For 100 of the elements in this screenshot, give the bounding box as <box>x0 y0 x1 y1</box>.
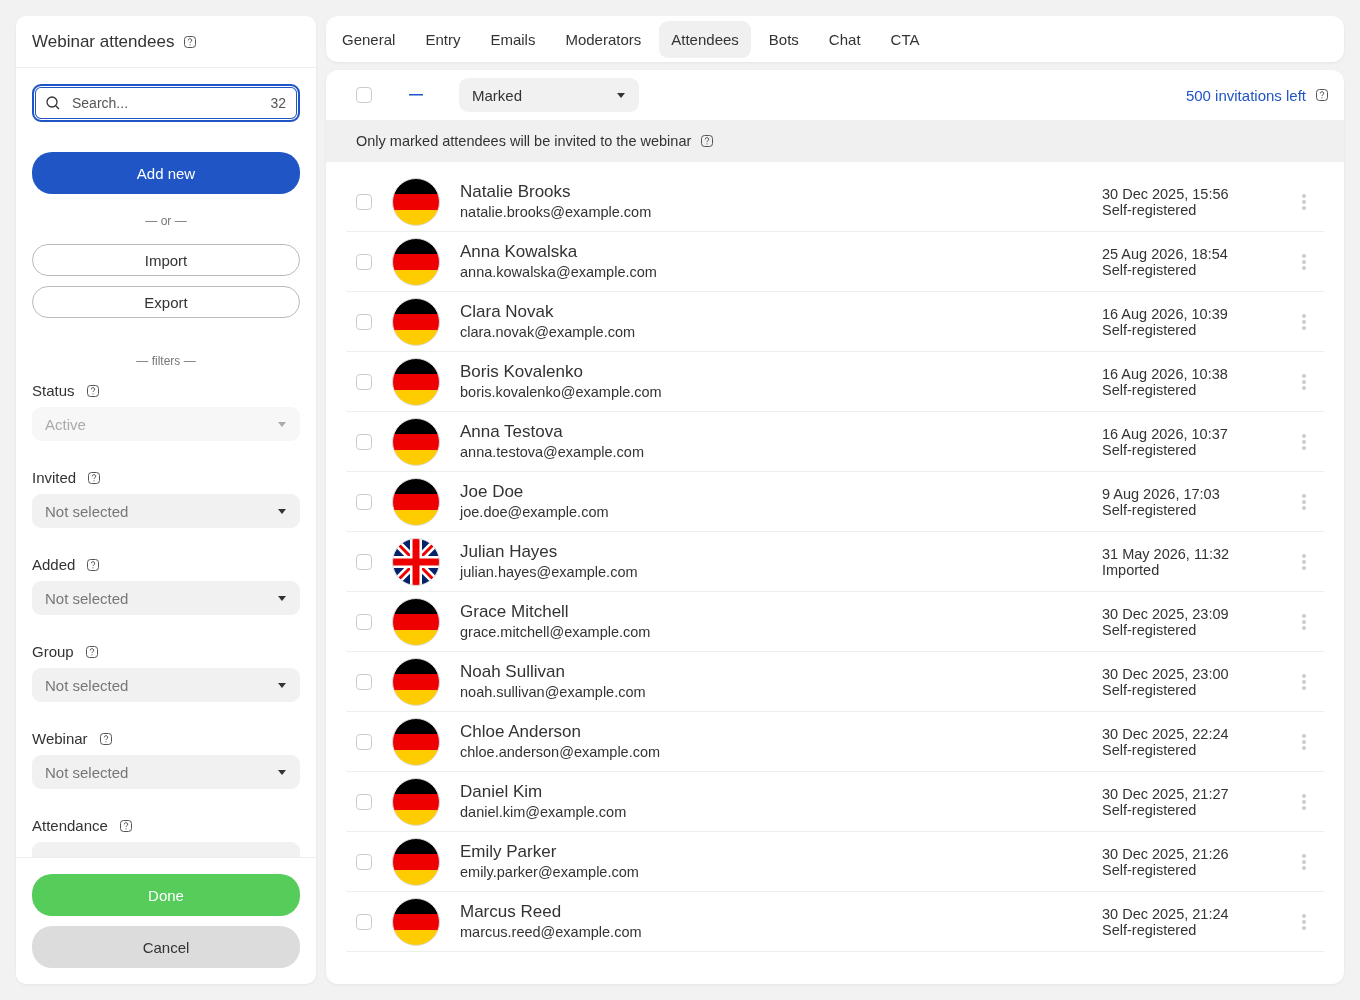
more-options-icon[interactable] <box>1302 673 1306 690</box>
help-icon[interactable] <box>1316 89 1328 101</box>
attendee-name: Grace Mitchell <box>460 601 570 622</box>
registration-source: Self-registered <box>1102 681 1198 698</box>
row-checkbox[interactable] <box>356 493 372 510</box>
registration-source: Self-registered <box>1102 321 1198 338</box>
row-checkbox[interactable] <box>356 853 372 870</box>
or-separator: — or — <box>145 214 187 228</box>
row-checkbox[interactable] <box>356 193 372 210</box>
flag-icon <box>392 177 440 226</box>
attendee-email: joe.doe@example.com <box>460 502 610 522</box>
minus-icon[interactable] <box>409 94 423 96</box>
tab[interactable]: Emails <box>478 20 548 58</box>
help-icon[interactable] <box>99 732 112 745</box>
row-checkbox[interactable] <box>356 613 372 630</box>
caret-icon <box>617 92 625 98</box>
more-options-icon[interactable] <box>1302 373 1306 390</box>
help-icon[interactable] <box>184 36 197 48</box>
row-checkbox[interactable] <box>356 433 372 450</box>
registration-source: Self-registered <box>1102 801 1198 818</box>
flag-icon <box>392 417 440 466</box>
row-checkbox[interactable] <box>356 373 372 390</box>
filter-label: Invited <box>32 469 77 486</box>
help-icon[interactable] <box>85 645 98 658</box>
help-icon[interactable] <box>88 471 101 484</box>
filter-label: Group <box>32 643 74 660</box>
registration-source: Self-registered <box>1102 381 1198 398</box>
registration-source: Self-registered <box>1102 621 1198 638</box>
marked-filter-dropdown[interactable]: Marked <box>459 78 639 112</box>
more-options-icon[interactable] <box>1302 313 1306 330</box>
attendee-name: Anna Kowalska <box>460 241 579 262</box>
registration-source: Self-registered <box>1102 261 1198 278</box>
row-checkbox[interactable] <box>356 313 372 330</box>
row-checkbox[interactable] <box>356 673 372 690</box>
more-options-icon[interactable] <box>1302 253 1306 270</box>
registration-date: 16 Aug 2026, 10:38 <box>1102 365 1229 382</box>
import-button[interactable]: Import <box>32 244 300 276</box>
tab[interactable]: Attendees <box>659 20 751 58</box>
registration-date: 31 May 2026, 11:32 <box>1102 545 1231 562</box>
search-icon <box>46 96 60 110</box>
more-options-icon[interactable] <box>1302 853 1306 870</box>
help-icon[interactable] <box>701 135 714 147</box>
help-icon[interactable] <box>86 384 99 397</box>
attendee-email: chloe.anderson@example.com <box>460 742 662 762</box>
filter-label: Webinar <box>32 730 88 747</box>
cancel-button[interactable]: Cancel <box>32 926 300 968</box>
attendee-email: clara.novak@example.com <box>460 322 637 342</box>
export-button[interactable]: Export <box>32 286 300 318</box>
result-count: 32 <box>270 95 286 111</box>
filter-label: Added <box>32 556 76 573</box>
filter-dropdown[interactable]: Not selected <box>32 494 300 528</box>
attendee-name: Julian Hayes <box>460 541 559 562</box>
tab[interactable]: CTA <box>878 20 932 58</box>
filter-dropdown[interactable]: Not selected <box>32 668 300 702</box>
attendee-email: julian.hayes@example.com <box>460 562 639 582</box>
invitations-left-link[interactable]: 500 invitations left <box>1185 86 1306 104</box>
registration-date: 30 Dec 2025, 23:09 <box>1102 605 1230 622</box>
flag-icon <box>392 297 440 346</box>
registration-date: 16 Aug 2026, 10:37 <box>1102 425 1229 442</box>
registration-date: 30 Dec 2025, 22:24 <box>1102 725 1230 742</box>
attendee-email: noah.sullivan@example.com <box>460 682 647 702</box>
help-icon[interactable] <box>119 819 132 832</box>
tab[interactable]: Bots <box>756 20 811 58</box>
select-all-checkbox[interactable] <box>356 87 372 103</box>
flag-icon <box>392 777 440 826</box>
tab[interactable]: Chat <box>816 20 873 58</box>
more-options-icon[interactable] <box>1302 433 1306 450</box>
help-icon[interactable] <box>87 558 100 571</box>
more-options-icon[interactable] <box>1302 733 1306 750</box>
attendee-name: Joe Doe <box>460 481 525 502</box>
more-options-icon[interactable] <box>1302 613 1306 630</box>
row-checkbox[interactable] <box>356 793 372 810</box>
caret-icon <box>278 682 286 688</box>
row-checkbox[interactable] <box>356 553 372 570</box>
flag-icon <box>392 837 440 886</box>
more-options-icon[interactable] <box>1302 553 1306 570</box>
more-options-icon[interactable] <box>1302 493 1306 510</box>
row-checkbox[interactable] <box>356 733 372 750</box>
caret-icon <box>278 508 286 514</box>
registration-date: 9 Aug 2026, 17:03 <box>1102 485 1221 502</box>
filter-dropdown[interactable]: Not selected <box>32 581 300 615</box>
filter-label: Status <box>32 382 75 399</box>
search-input[interactable]: Search... <box>70 94 261 112</box>
tab[interactable]: Moderators <box>553 20 654 58</box>
caret-icon <box>278 595 286 601</box>
more-options-icon[interactable] <box>1302 913 1306 930</box>
attendee-email: anna.kowalska@example.com <box>460 262 658 282</box>
search-field[interactable]: Search... 32 <box>32 84 300 122</box>
add-new-button[interactable]: Add new <box>32 152 300 194</box>
registration-date: 30 Dec 2025, 15:56 <box>1102 185 1230 202</box>
row-checkbox[interactable] <box>356 253 372 270</box>
attendee-name: Daniel Kim <box>460 781 544 802</box>
filter-dropdown[interactable]: Not selected <box>32 755 300 789</box>
filters-separator: — filters — <box>136 354 196 368</box>
more-options-icon[interactable] <box>1302 193 1306 210</box>
registration-date: 30 Dec 2025, 23:00 <box>1102 665 1230 682</box>
tab[interactable]: Entry <box>413 20 473 58</box>
tab[interactable]: General <box>330 20 408 58</box>
more-options-icon[interactable] <box>1302 793 1306 810</box>
row-checkbox[interactable] <box>356 913 372 930</box>
